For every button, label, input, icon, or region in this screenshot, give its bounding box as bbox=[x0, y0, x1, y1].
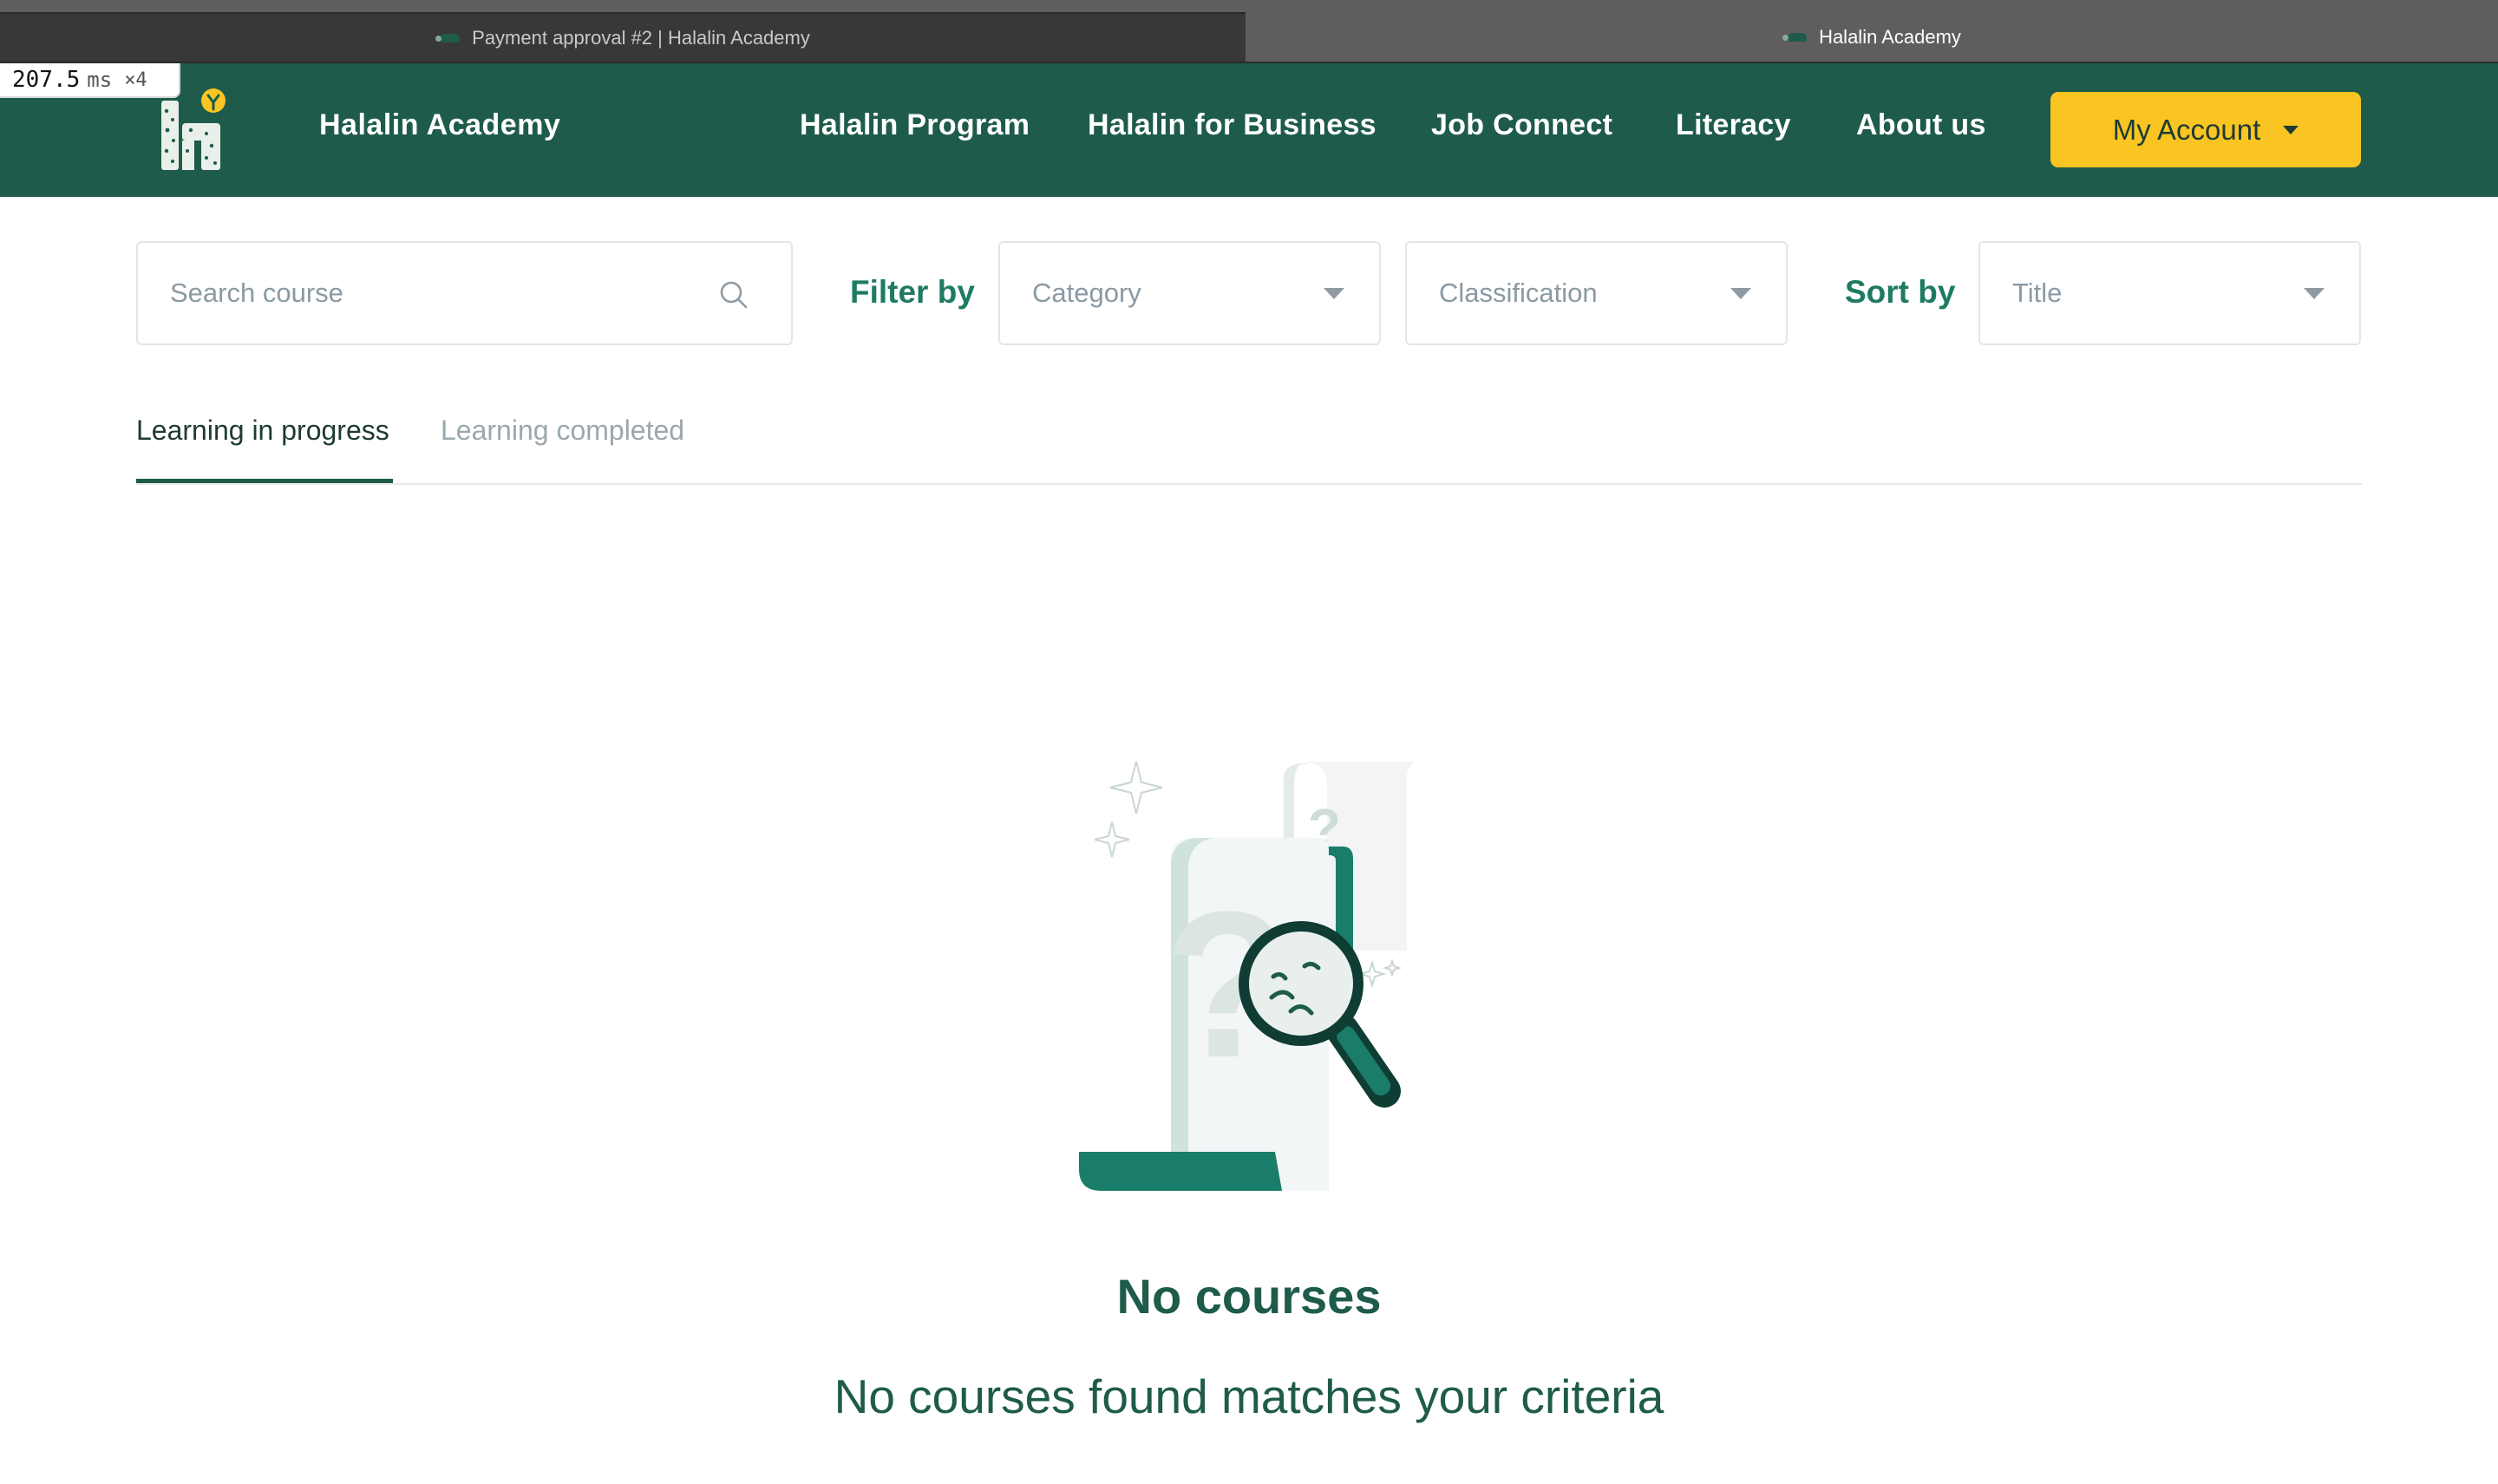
empty-state-message: No courses found matches your criteria bbox=[834, 1370, 1664, 1423]
dropdown-arrow-icon bbox=[1324, 288, 1344, 299]
dropdown-arrow-icon bbox=[2304, 288, 2325, 299]
classification-select[interactable]: Classification bbox=[1405, 241, 1788, 345]
timing-value: 207.5 bbox=[12, 67, 81, 93]
browser-tab-title: Payment approval #2 | Halalin Academy bbox=[472, 26, 810, 49]
nav-literacy[interactable]: Literacy bbox=[1676, 108, 1791, 142]
nav-halalin-for-business[interactable]: Halalin for Business bbox=[1088, 108, 1377, 142]
favicon-icon bbox=[435, 31, 461, 45]
empty-search-illustration-icon: ? ? bbox=[1079, 761, 1414, 1191]
my-account-button[interactable]: My Account bbox=[2050, 92, 2361, 167]
sort-select-value: Title bbox=[2012, 278, 2063, 308]
browser-tab-academy[interactable]: Halalin Academy bbox=[1246, 12, 2498, 62]
nav-halalin-program[interactable]: Halalin Program bbox=[800, 108, 1030, 142]
timing-overlay: 207.5 ms ×4 bbox=[0, 63, 180, 98]
search-input[interactable] bbox=[170, 278, 690, 309]
browser-tab-payment[interactable]: Payment approval #2 | Halalin Academy bbox=[0, 12, 1246, 62]
active-tab-indicator bbox=[136, 479, 393, 483]
my-account-label: My Account bbox=[2112, 113, 2261, 146]
empty-state-title: No courses bbox=[1116, 1269, 1382, 1324]
search-icon[interactable] bbox=[718, 279, 749, 311]
brand-name[interactable]: Halalin Academy bbox=[319, 108, 560, 142]
dropdown-arrow-icon bbox=[1730, 288, 1751, 299]
favicon-icon bbox=[1782, 30, 1808, 44]
category-select[interactable]: Category bbox=[998, 241, 1381, 345]
browser-tab-strip: Payment approval #2 | Halalin Academy Ha… bbox=[0, 0, 2498, 63]
halalin-logo-icon[interactable] bbox=[156, 85, 229, 175]
caret-down-icon bbox=[2283, 125, 2299, 134]
sort-select[interactable]: Title bbox=[1978, 241, 2361, 345]
search-course-field[interactable] bbox=[136, 241, 793, 345]
category-select-value: Category bbox=[1032, 278, 1141, 308]
filter-by-label: Filter by bbox=[850, 274, 975, 310]
tabs-divider bbox=[136, 483, 2362, 485]
site-header: Halalin Academy Halalin Program Halalin … bbox=[0, 63, 2498, 197]
browser-tab-title: Halalin Academy bbox=[1819, 25, 1961, 48]
tab-strip-top bbox=[0, 0, 2498, 12]
timing-unit: ms bbox=[87, 68, 113, 92]
tab-learning-in-progress[interactable]: Learning in progress bbox=[136, 415, 389, 447]
nav-about-us[interactable]: About us bbox=[1856, 108, 1986, 142]
sort-by-label: Sort by bbox=[1845, 274, 1956, 310]
nav-job-connect[interactable]: Job Connect bbox=[1431, 108, 1612, 142]
tab-learning-completed[interactable]: Learning completed bbox=[441, 415, 684, 447]
classification-select-value: Classification bbox=[1439, 278, 1598, 308]
timing-multiplier: ×4 bbox=[124, 69, 147, 91]
